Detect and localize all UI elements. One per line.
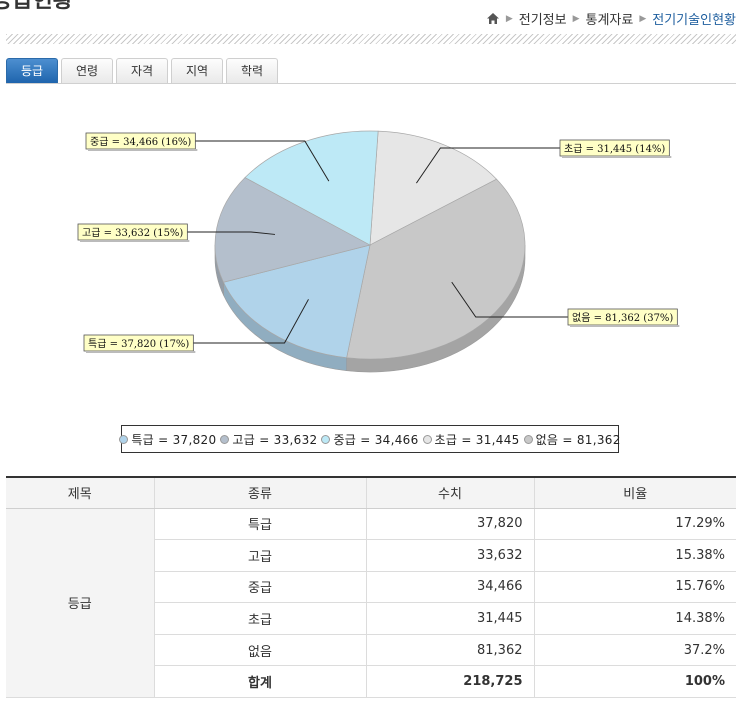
legend-swatch	[523, 434, 533, 444]
svg-text:없음 = 81,362 (37%): 없음 = 81,362 (37%)	[572, 311, 673, 324]
kind-cell: 없음	[153, 634, 366, 667]
tab-region[interactable]: 지역	[171, 58, 223, 83]
title-divider	[6, 34, 736, 44]
svg-text:초급 = 31,445 (14%): 초급 = 31,445 (14%)	[564, 143, 665, 155]
legend-swatch	[220, 434, 230, 444]
ratio-cell: 37.2%	[533, 634, 736, 667]
top-bar: 등급현황 ▶ 전기정보 ▶ 통계자료 ▶ 전기기술인현황	[0, 0, 750, 34]
statistics-table: 제목 종류 수치 비율 등급 특급 37,820 17.29% 고급 33,63…	[6, 476, 736, 699]
legend-label: 중급 = 34,466	[333, 432, 419, 447]
svg-text:고급 = 33,632 (15%): 고급 = 33,632 (15%)	[82, 227, 183, 239]
breadcrumb-current[interactable]: 전기기술인현황	[652, 9, 736, 28]
column-header-kind: 종류	[153, 476, 366, 509]
kind-cell: 중급	[153, 571, 366, 604]
breadcrumb-separator-icon: ▶	[639, 13, 647, 24]
legend-label: 고급 = 33,632	[232, 432, 318, 447]
kind-cell: 초급	[153, 602, 366, 635]
ratio-cell: 15.38%	[533, 539, 736, 572]
breadcrumb-item[interactable]: 전기정보	[519, 9, 567, 28]
legend-item: 없음 = 81,362	[523, 431, 621, 448]
legend-label: 특급 = 37,820	[131, 432, 217, 447]
chart-legend: 특급 = 37,820 고급 = 33,632 중급 = 34,466 초급 = 31…	[119, 425, 621, 453]
tab-bar: 등급 연령 자격 지역 학력	[6, 58, 736, 84]
legend-item: 고급 = 33,632	[220, 431, 317, 448]
kind-cell: 고급	[153, 539, 366, 572]
column-header-ratio: 비율	[533, 476, 736, 509]
legend-label: 초급 = 31,445	[434, 432, 520, 447]
column-header-value: 수치	[365, 476, 534, 509]
total-value-cell: 218,725	[365, 665, 534, 699]
total-ratio-cell: 100%	[533, 665, 736, 699]
svg-text:중급 = 34,466 (16%): 중급 = 34,466 (16%)	[90, 136, 191, 148]
page-title: 등급현황	[0, 0, 73, 13]
legend-label: 없음 = 81,362	[535, 432, 621, 447]
value-cell: 34,466	[365, 571, 534, 604]
ratio-cell: 14.38%	[533, 602, 736, 635]
ratio-cell: 15.76%	[533, 571, 736, 604]
value-cell: 37,820	[365, 508, 534, 541]
pie-chart: 초급 = 31,445 (14%) 없음 = 81,362 (37%) 특급 = 3…	[77, 130, 680, 373]
group-title-cell: 등급	[6, 508, 154, 699]
svg-text:특급 = 37,820 (17%): 특급 = 37,820 (17%)	[88, 338, 189, 350]
legend-item: 중급 = 34,466	[321, 431, 418, 448]
total-label-cell: 합계	[153, 665, 366, 699]
tab-qualification[interactable]: 자격	[116, 58, 168, 83]
ratio-cell: 17.29%	[533, 508, 736, 541]
legend-item: 초급 = 31,445	[422, 431, 520, 448]
tab-grade[interactable]: 등급	[6, 58, 58, 83]
table-header-row: 제목 종류 수치 비율	[6, 476, 736, 509]
legend-swatch	[422, 434, 432, 444]
value-cell: 33,632	[365, 539, 534, 572]
value-cell: 31,445	[365, 602, 534, 635]
tab-age[interactable]: 연령	[61, 58, 113, 83]
legend-swatch	[119, 434, 129, 444]
breadcrumb-separator-icon: ▶	[505, 13, 513, 24]
column-header-title: 제목	[6, 476, 154, 509]
breadcrumb-separator-icon: ▶	[572, 13, 580, 24]
table-row: 등급 특급 37,820 17.29%	[6, 508, 736, 699]
legend-swatch	[321, 434, 331, 444]
legend-item: 특급 = 37,820	[119, 431, 216, 448]
kind-cell: 특급	[153, 508, 366, 541]
tab-education[interactable]: 학력	[226, 58, 278, 83]
home-icon[interactable]	[486, 12, 500, 25]
breadcrumb-item[interactable]: 통계자료	[586, 9, 634, 28]
value-cell: 81,362	[365, 634, 534, 667]
breadcrumb: ▶ 전기정보 ▶ 통계자료 ▶ 전기기술인현황	[486, 9, 736, 28]
